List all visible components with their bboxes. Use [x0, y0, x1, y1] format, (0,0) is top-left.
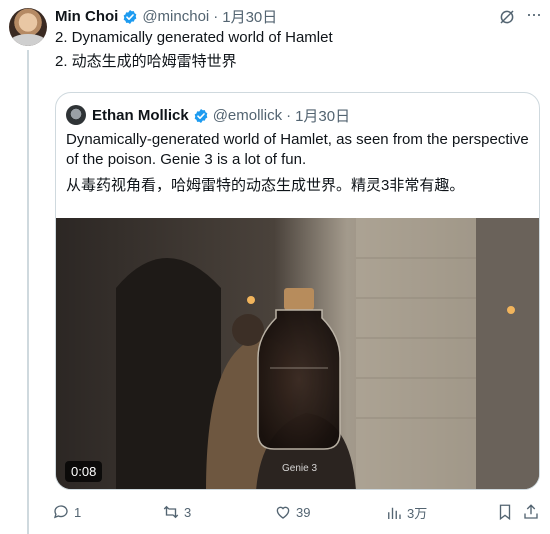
tweet-text-chinese: 2. 动态生成的哈姆雷特世界 [55, 53, 237, 70]
quote-date[interactable]: 1月30日 [295, 105, 350, 126]
bookmark-icon [499, 504, 511, 521]
video-player[interactable]: 0:08 Genie 3 [56, 218, 539, 489]
reply-count: 1 [74, 504, 82, 520]
quote-text-line-1: Dynamically-generated world of Hamlet, a… [66, 131, 529, 148]
quoted-tweet[interactable]: Ethan Mollick @emollick · 1月30日 Dynamica… [55, 92, 540, 490]
quote-avatar[interactable] [66, 105, 86, 125]
separator-dot: · [213, 8, 219, 25]
tweet-text-english: 2. Dynamically generated world of Hamlet [55, 29, 333, 46]
repost-button[interactable]: 3 [162, 503, 191, 521]
video-frame [56, 218, 539, 489]
video-watermark: Genie 3 [282, 463, 318, 474]
share-button[interactable] [522, 503, 540, 521]
like-count: 39 [296, 504, 311, 520]
quote-text-line-2: of the poison. Genie 3 is a lot of fun. [66, 151, 307, 168]
reply-icon [53, 505, 68, 519]
thread-line [27, 50, 29, 534]
reply-button[interactable]: 1 [52, 503, 81, 521]
more-options-icon[interactable]: ··· [526, 4, 542, 25]
author-handle[interactable]: @minchoi [142, 8, 209, 25]
quote-verified-badge-icon [194, 108, 208, 123]
verified-badge-icon [123, 9, 137, 24]
heart-icon [276, 506, 290, 519]
tweet-header: Min Choi @minchoi · 1月30日 [55, 6, 277, 27]
repost-icon [163, 505, 179, 519]
avatar[interactable] [9, 8, 47, 46]
views-count: 3万 [407, 506, 428, 521]
quote-text-chinese: 从毒药视角看，哈姆雷特的动态生成世界。精灵3非常有趣。 [66, 177, 465, 194]
tweet-date[interactable]: 1月30日 [222, 6, 277, 27]
author-name[interactable]: Min Choi [55, 8, 118, 25]
share-icon [524, 504, 538, 519]
views-button[interactable]: 3万 [385, 503, 427, 522]
like-button[interactable]: 39 [274, 503, 310, 521]
analytics-icon [388, 507, 401, 519]
bookmark-button[interactable] [496, 503, 514, 521]
quote-author-name[interactable]: Ethan Mollick [92, 107, 189, 124]
quote-author-handle[interactable]: @emollick [213, 107, 282, 124]
action-bar: 1 3 39 3万 [52, 503, 542, 525]
repost-count: 3 [184, 504, 192, 520]
quote-separator-dot: · [286, 107, 292, 124]
grok-icon[interactable] [498, 8, 516, 26]
quote-header: Ethan Mollick @emollick · 1月30日 [92, 105, 350, 126]
video-duration-badge: 0:08 [65, 461, 103, 482]
